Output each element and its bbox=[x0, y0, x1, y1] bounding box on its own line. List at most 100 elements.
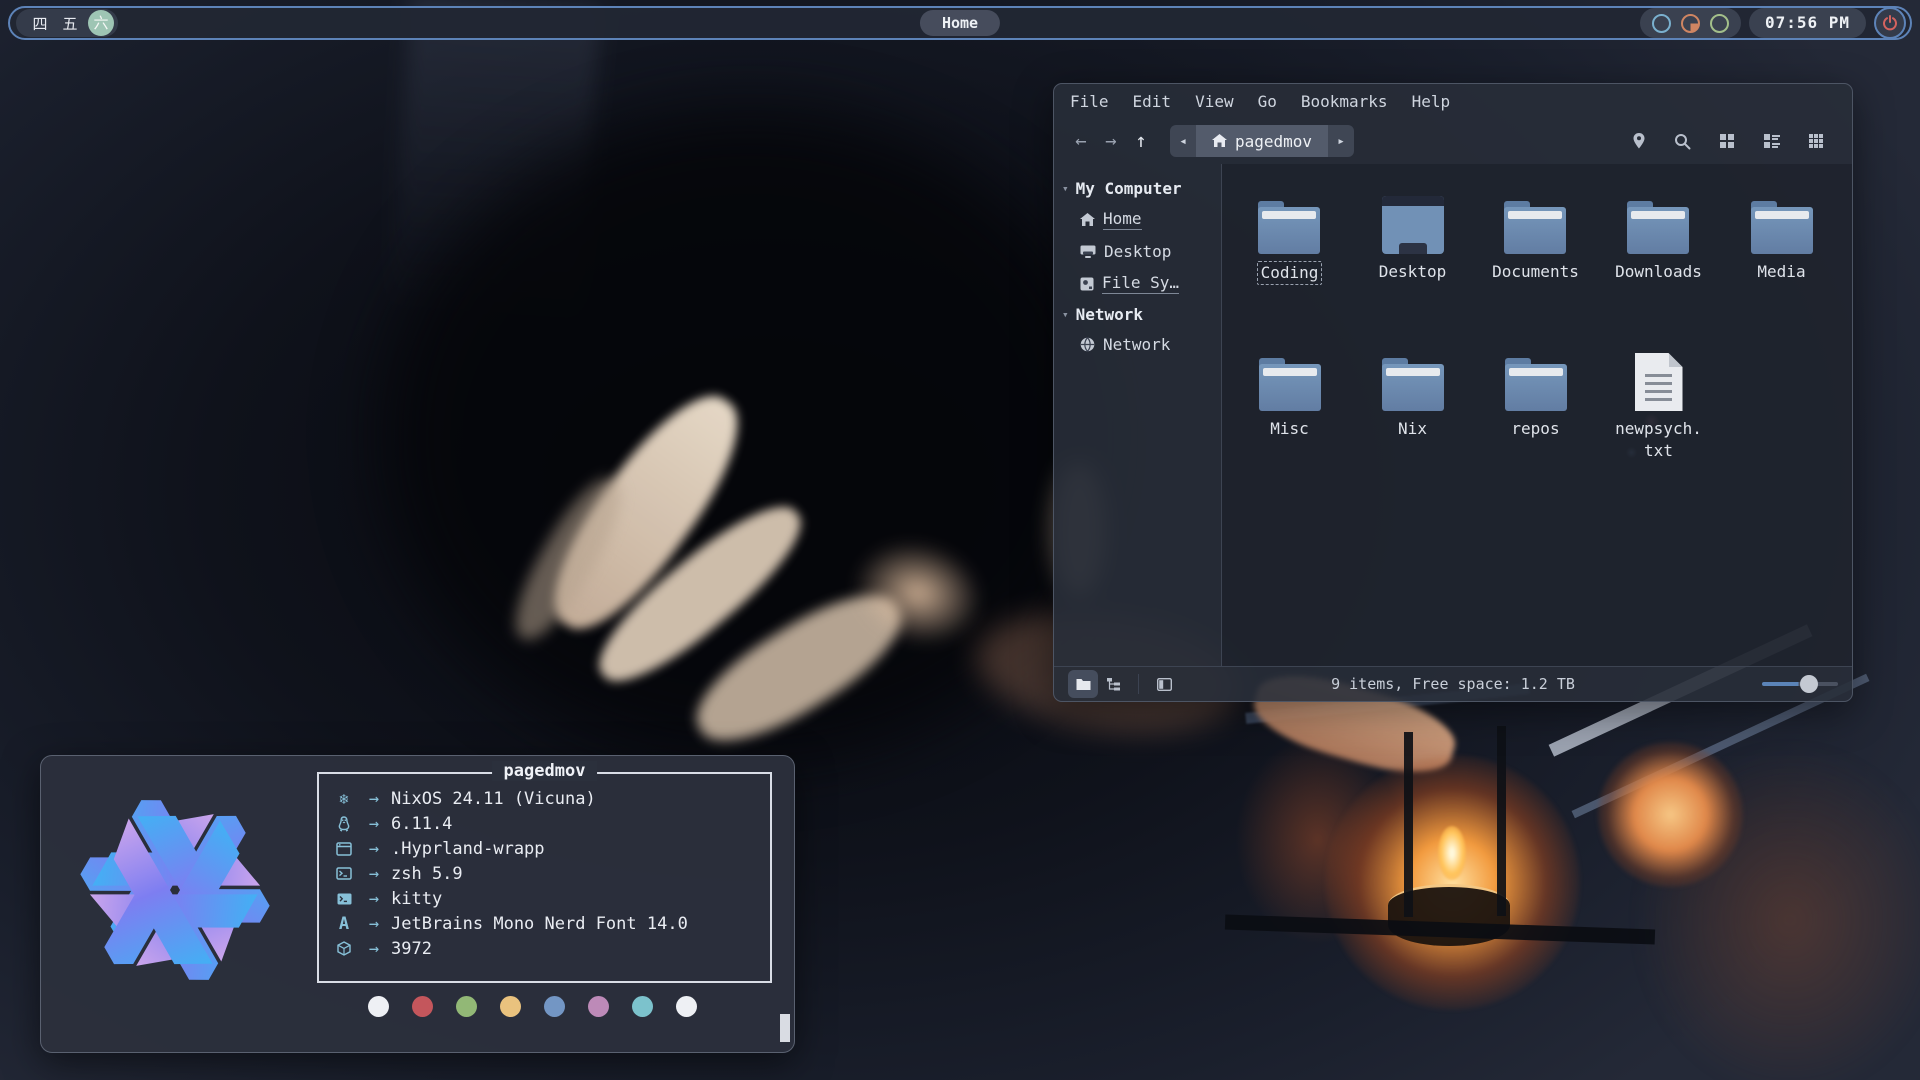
indicator-circle-blue[interactable] bbox=[1652, 14, 1671, 33]
menu-file[interactable]: File bbox=[1070, 92, 1109, 111]
wallpaper-lantern-frame bbox=[1497, 726, 1506, 916]
folder-icon bbox=[1751, 201, 1813, 254]
sidebar-section-label: My Computer bbox=[1076, 179, 1182, 198]
file-manager-window: File Edit View Go Bookmarks Help ← → ↑ ◂… bbox=[1053, 83, 1853, 702]
back-button[interactable]: ← bbox=[1066, 130, 1096, 152]
palette-dot bbox=[500, 996, 521, 1017]
sidebar-item-home[interactable]: Home bbox=[1054, 203, 1221, 236]
folder-icon bbox=[1504, 201, 1566, 254]
search-icon[interactable] bbox=[1674, 133, 1691, 150]
palette-dot bbox=[676, 996, 697, 1017]
menu-edit[interactable]: Edit bbox=[1133, 92, 1172, 111]
home-icon bbox=[1080, 213, 1095, 227]
sidebar-item-label: Home bbox=[1103, 209, 1142, 230]
up-button[interactable]: ↑ bbox=[1126, 130, 1156, 152]
arrow-icon: → bbox=[357, 889, 391, 909]
palette-dot bbox=[544, 996, 565, 1017]
text-file-icon bbox=[1635, 353, 1683, 411]
linux-penguin-icon bbox=[331, 816, 357, 832]
workspace-switcher: 四 五 六 bbox=[16, 9, 118, 37]
folder-icon bbox=[1627, 201, 1689, 254]
path-bar: ◂ pagedmov ▸ bbox=[1170, 125, 1354, 157]
file-item-desktop[interactable]: Desktop bbox=[1379, 180, 1446, 337]
sidebar-section-my-computer[interactable]: ▾ My Computer bbox=[1054, 174, 1221, 203]
fetch-row-font: A → JetBrains Mono Nerd Font 14.0 bbox=[331, 911, 762, 936]
sidebar-item-file-system[interactable]: File Sy… bbox=[1054, 267, 1221, 300]
menu-bookmarks[interactable]: Bookmarks bbox=[1301, 92, 1388, 111]
fetch-row-shell: → zsh 5.9 bbox=[331, 861, 762, 886]
sidebar-item-label: Network bbox=[1103, 335, 1170, 354]
arrow-icon: → bbox=[357, 914, 391, 934]
palette-dot bbox=[632, 996, 653, 1017]
workspace-5[interactable]: 五 bbox=[58, 13, 82, 34]
shell-terminal-icon bbox=[331, 867, 357, 880]
palette-dot bbox=[456, 996, 477, 1017]
folder-icon bbox=[1505, 358, 1567, 411]
slider-handle[interactable] bbox=[1800, 675, 1818, 693]
arrow-icon: → bbox=[357, 789, 391, 809]
fetch-row-kernel: → 6.11.4 bbox=[331, 811, 762, 836]
file-label: Media bbox=[1757, 261, 1805, 283]
file-item-downloads[interactable]: Downloads bbox=[1615, 180, 1702, 337]
file-view: Coding Desktop Documents Downloads Media bbox=[1222, 164, 1852, 666]
workspace-4[interactable]: 四 bbox=[28, 13, 52, 34]
file-label: Nix bbox=[1398, 418, 1427, 440]
sidebar-item-network[interactable]: Network bbox=[1054, 329, 1221, 360]
icon-pane-toggle-button[interactable] bbox=[1068, 670, 1098, 698]
fetch-row-os: ❄ → NixOS 24.11 (Vicuna) bbox=[331, 786, 762, 811]
indicator-circle-green[interactable] bbox=[1710, 14, 1729, 33]
file-label: Misc bbox=[1270, 418, 1309, 440]
file-item-coding[interactable]: Coding bbox=[1257, 180, 1323, 337]
fetch-row-packages: → 3972 bbox=[331, 936, 762, 961]
fetch-value: .Hyprland-wrapp bbox=[391, 839, 545, 859]
indicator-circle-orange[interactable] bbox=[1681, 14, 1700, 33]
toolbar: ← → ↑ ◂ pagedmov ▸ bbox=[1054, 118, 1852, 164]
active-window-title: Home bbox=[920, 10, 1000, 36]
file-item-nix[interactable]: Nix bbox=[1382, 337, 1444, 494]
file-label: Documents bbox=[1492, 261, 1579, 283]
file-item-misc[interactable]: Misc bbox=[1259, 337, 1321, 494]
fetch-value: kitty bbox=[391, 889, 442, 909]
folder-icon bbox=[1382, 358, 1444, 411]
file-grid: Coding Desktop Documents Downloads Media bbox=[1222, 164, 1852, 666]
file-label: newpsych.txt bbox=[1612, 418, 1706, 461]
folder-icon bbox=[1076, 678, 1091, 691]
sidebar-section-network[interactable]: ▾ Network bbox=[1054, 300, 1221, 329]
menu-help[interactable]: Help bbox=[1412, 92, 1451, 111]
file-item-documents[interactable]: Documents bbox=[1492, 180, 1579, 337]
side-panel-toggle-button[interactable] bbox=[1149, 670, 1179, 698]
fetch-row-terminal: → kitty bbox=[331, 886, 762, 911]
file-item-repos[interactable]: repos bbox=[1505, 337, 1567, 494]
workspace-6-active[interactable]: 六 bbox=[88, 10, 114, 36]
sidebar-section-label: Network bbox=[1076, 305, 1143, 324]
list-view-icon[interactable] bbox=[1763, 133, 1780, 149]
sidebar-item-desktop[interactable]: Desktop bbox=[1054, 236, 1221, 267]
forward-button[interactable]: → bbox=[1096, 130, 1126, 152]
zoom-slider[interactable] bbox=[1762, 675, 1838, 693]
icon-view-icon[interactable] bbox=[1719, 133, 1735, 149]
arrow-icon: → bbox=[357, 939, 391, 959]
location-pin-icon[interactable] bbox=[1632, 132, 1646, 150]
path-tab-home[interactable]: pagedmov bbox=[1196, 125, 1328, 157]
terminal-window[interactable]: pagedmov ❄ → NixOS 24.11 (Vicuna) → 6.11… bbox=[40, 755, 795, 1053]
path-scroll-right-icon[interactable]: ▸ bbox=[1328, 125, 1354, 157]
path-scroll-left-icon[interactable]: ◂ bbox=[1170, 125, 1196, 157]
tree-pane-toggle-button[interactable] bbox=[1098, 670, 1128, 698]
menu-go[interactable]: Go bbox=[1258, 92, 1277, 111]
wallpaper-candle-glow bbox=[1598, 742, 1743, 887]
expander-icon[interactable]: ▾ bbox=[1062, 308, 1069, 321]
folder-icon bbox=[1258, 201, 1320, 254]
file-item-newpsych-txt[interactable]: newpsych.txt bbox=[1612, 337, 1706, 494]
side-panel-icon bbox=[1157, 678, 1172, 691]
expander-icon[interactable]: ▾ bbox=[1062, 182, 1069, 195]
palette-dot bbox=[412, 996, 433, 1017]
wallpaper-lantern-frame bbox=[1404, 732, 1413, 917]
file-item-media[interactable]: Media bbox=[1751, 180, 1813, 337]
power-button[interactable] bbox=[1874, 7, 1906, 39]
fetch-value: 6.11.4 bbox=[391, 814, 452, 834]
menu-view[interactable]: View bbox=[1195, 92, 1234, 111]
compact-view-icon[interactable] bbox=[1808, 133, 1824, 149]
status-indicators bbox=[1640, 8, 1741, 38]
terminal-color-palette bbox=[368, 996, 697, 1017]
sidebar: ▾ My Computer Home Desktop bbox=[1054, 164, 1222, 666]
